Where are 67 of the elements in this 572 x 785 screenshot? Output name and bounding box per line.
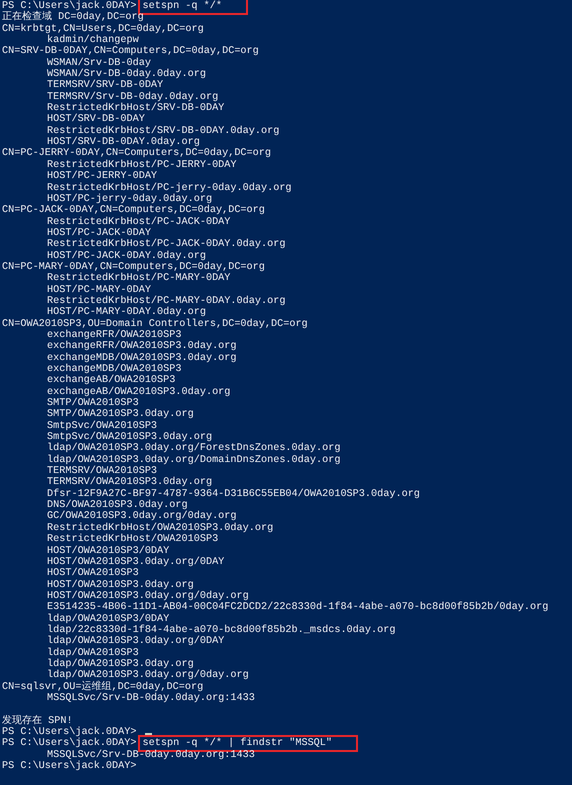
spn-entry: HOST/PC-MARY-0DAY: [47, 284, 151, 296]
spn-entry: RestrictedKrbHost/PC-MARY-0DAY: [47, 273, 230, 284]
output-line: CN=SRV-DB-0DAY,CN=Computers,DC=0day,DC=org: [2, 46, 259, 58]
spn-entry: HOST/PC-jerry-0day.0day.org: [47, 194, 212, 205]
spn-entry: SMTP/OWA2010SP3: [47, 398, 139, 410]
output-line: CN=PC-JERRY-0DAY,CN=Computers,DC=0day,DC=org: [2, 148, 271, 160]
spn-entry: ldap/OWA2010SP3.0day.org/ForestDnsZones.0day.org: [47, 443, 340, 454]
spn-entry: HOST/PC-JACK-0DAY: [47, 228, 151, 239]
spn-entry: GC/OWA2010SP3.0day.org/0day.org: [47, 511, 237, 522]
spn-entry: exchangeMDB/OWA2010SP3.0day.org: [47, 352, 237, 364]
spn-entry: TERMSRV/OWA2010SP3: [47, 466, 158, 478]
spn-entry: SmtpSvc/OWA2010SP3.0day.org: [47, 432, 212, 444]
spn-entry: exchangeAB/OWA2010SP3.0day.org: [47, 386, 230, 398]
spn-entry: HOST/SRV-DB-0DAY: [47, 114, 145, 126]
spn-entry: WSMAN/Srv-DB-0day.0day.org: [47, 69, 206, 80]
spn-entry: ldap/OWA2010SP3/0DAY: [47, 614, 170, 625]
spn-entry: RestrictedKrbHost/PC-JERRY-0DAY: [47, 160, 237, 171]
spn-entry: Dfsr-12F9A27C-BF97-4787-9364-D31B6C55EB04/OWA2010SP3.0day.org: [47, 488, 420, 500]
spn-entry: ldap/OWA2010SP3.0day.org/0DAY: [47, 636, 224, 648]
output-line: CN=sqlsvr,OU=运维组,DC=0day,DC=org: [2, 682, 204, 693]
spn-entry: exchangeAB/OWA2010SP3: [47, 375, 176, 386]
spn-entry: RestrictedKrbHost/PC-jerry-0day.0day.org: [47, 182, 292, 194]
spn-entry: RestrictedKrbHost/PC-MARY-0DAY.0day.org: [47, 296, 286, 307]
spn-entry: SmtpSvc/OWA2010SP3: [47, 420, 158, 432]
spn-entry: HOST/SRV-DB-0DAY.0day.org: [47, 137, 200, 148]
spn-entry: HOST/PC-MARY-0DAY.0day.org: [47, 307, 206, 318]
spn-entry: RestrictedKrbHost/OWA2010SP3.0day.org: [47, 522, 274, 534]
spn-entry: HOST/PC-JACK-0DAY.0day.org: [47, 250, 206, 262]
output-line: 发现存在 SPN!: [2, 716, 73, 727]
command-text: setspn -q */*: [138, 0, 248, 15]
spn-entry: RestrictedKrbHost/PC-JACK-0DAY.0day.org: [47, 239, 286, 250]
output-line: CN=PC-JACK-0DAY,CN=Computers,DC=0day,DC=org: [2, 205, 265, 216]
prompt-text: PS C:\Users\jack.0DAY>: [2, 738, 136, 750]
spn-entry: exchangeRFR/OWA2010SP3: [47, 330, 182, 341]
spn-entry: exchangeRFR/OWA2010SP3.0day.org: [47, 341, 237, 352]
spn-entry: TERMSRV/OWA2010SP3.0day.org: [47, 477, 212, 488]
spn-entry: DNS/OWA2010SP3.0day.org: [47, 500, 188, 512]
prompt-text: PS C:\Users\jack.0DAY>: [2, 727, 136, 738]
spn-entry: RestrictedKrbHost/SRV-DB-0DAY: [47, 103, 224, 114]
output-line: CN=PC-MARY-0DAY,CN=Computers,DC=0day,DC=org: [2, 262, 265, 273]
spn-entry: ldap/OWA2010SP3.0day.org/0day.org: [47, 670, 249, 682]
spn-entry: TERMSRV/SRV-DB-0DAY: [47, 80, 164, 92]
spn-entry: HOST/PC-JERRY-0DAY: [47, 171, 158, 182]
spn-entry: RestrictedKrbHost/OWA2010SP3: [47, 534, 218, 546]
prompt-text: PS C:\Users\jack.0DAY>: [2, 761, 136, 772]
spn-entry: ldap/22c8330d-1f84-4abe-a070-bc8d00f85b2b._msdcs.0day.org: [47, 624, 396, 636]
spn-entry: exchangeMDB/OWA2010SP3: [47, 364, 182, 375]
spn-entry: ldap/OWA2010SP3.0day.org/DomainDnsZones.0day.org: [47, 454, 340, 466]
output-line: CN=krbtgt,CN=Users,DC=0day,DC=org: [2, 24, 204, 35]
spn-entry: RestrictedKrbHost/PC-JACK-0DAY: [47, 216, 230, 228]
spn-entry: HOST/OWA2010SP3.0day.org: [47, 580, 194, 591]
spn-entry: TERMSRV/Srv-DB-0day.0day.org: [47, 92, 218, 103]
spn-entry: kadmin/changepw: [47, 35, 139, 46]
spn-entry: HOST/OWA2010SP3.0day.org/0DAY: [47, 556, 224, 568]
prompt-text: PS C:\Users\jack.0DAY>: [2, 1, 136, 12]
spn-entry: HOST/OWA2010SP3.0day.org/0day.org: [47, 590, 249, 602]
spn-entry: ldap/OWA2010SP3: [47, 648, 139, 659]
spn-entry: SMTP/OWA2010SP3.0day.org: [47, 409, 194, 420]
spn-entry: MSSQLSvc/Srv-DB-0day.0day.org:1433: [47, 692, 255, 704]
spn-entry: RestrictedKrbHost/SRV-DB-0DAY.0day.org: [47, 126, 280, 137]
spn-entry: E3514235-4B06-11D1-AB04-00C04FC2DCD2/22c8330d-1f84-4abe-a070-bc8d00f85b2b/0day.org: [47, 602, 548, 614]
output-line: 正在检查域 DC=0day,DC=org: [2, 12, 144, 24]
output-line: CN=OWA2010SP3,OU=Domain Controllers,DC=0day,DC=org: [2, 318, 308, 330]
spn-entry: ldap/OWA2010SP3.0day.org: [47, 658, 194, 670]
spn-entry: WSMAN/Srv-DB-0day: [47, 58, 151, 69]
spn-entry: HOST/OWA2010SP3: [47, 568, 139, 580]
spn-entry: HOST/OWA2010SP3/0DAY: [47, 546, 170, 556]
